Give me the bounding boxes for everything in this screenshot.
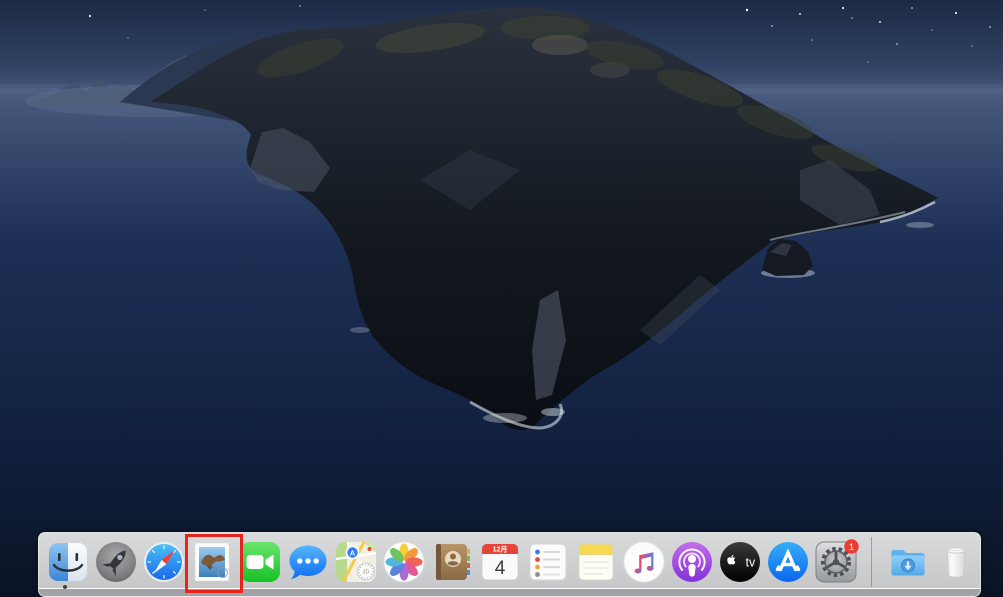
apple-tv-icon: tv [717, 539, 763, 585]
dock-shelf [39, 588, 980, 596]
dock-item-downloads[interactable] [885, 539, 931, 585]
dock-item-notes[interactable] [573, 539, 619, 585]
dock-item-podcasts[interactable] [669, 539, 715, 585]
app-store-icon [765, 539, 811, 585]
apple-tv-label: tv [746, 556, 756, 570]
dock-item-messages[interactable] [285, 539, 331, 585]
dock-item-launchpad[interactable] [93, 539, 139, 585]
facetime-icon [237, 539, 283, 585]
messages-icon [285, 539, 331, 585]
photos-icon [381, 539, 427, 585]
maps-pin-label: A [350, 548, 356, 557]
dock-item-finder[interactable] [45, 539, 91, 585]
finder-icon [45, 539, 91, 585]
calendar-icon: 12月 4 [477, 539, 523, 585]
dock-divider [871, 537, 872, 587]
dock-item-system-preferences[interactable]: 1 [813, 539, 859, 585]
music-icon [621, 539, 667, 585]
finder-running-indicator [63, 585, 67, 589]
maps-compass-dial: 3D [358, 563, 375, 580]
system-preferences-icon: 1 [813, 539, 859, 585]
dock-item-reminders[interactable] [525, 539, 571, 585]
dock-item-app-store[interactable] [765, 539, 811, 585]
trash-icon [933, 539, 979, 585]
dock-item-safari[interactable] [141, 539, 187, 585]
dock-item-photos[interactable] [381, 539, 427, 585]
maps-icon: A 3D [333, 539, 379, 585]
dock-item-music[interactable] [621, 539, 667, 585]
mail-highlight-box [185, 534, 243, 593]
maps-dial-label: 3D [362, 570, 369, 576]
dock-item-apple-tv[interactable]: tv [717, 539, 763, 585]
desktop-wallpaper [0, 0, 1003, 597]
dock-item-contacts[interactable] [429, 539, 475, 585]
contacts-icon [429, 539, 475, 585]
calendar-day-label: 4 [495, 558, 506, 579]
launchpad-rocket-icon [93, 539, 139, 585]
notes-icon [573, 539, 619, 585]
badge-count: 1 [849, 542, 854, 553]
reminders-icon [525, 539, 571, 585]
safari-icon [141, 539, 187, 585]
dock-item-trash[interactable] [933, 539, 979, 585]
downloads-folder-icon [885, 539, 931, 585]
dock-item-maps[interactable]: A 3D [333, 539, 379, 585]
dock: A 3D [38, 532, 981, 597]
dock-item-facetime[interactable] [237, 539, 283, 585]
calendar-month-label: 12月 [493, 546, 508, 554]
notification-badge: 1 [844, 539, 858, 553]
podcasts-icon [669, 539, 715, 585]
dock-item-calendar[interactable]: 12月 4 [477, 539, 523, 585]
